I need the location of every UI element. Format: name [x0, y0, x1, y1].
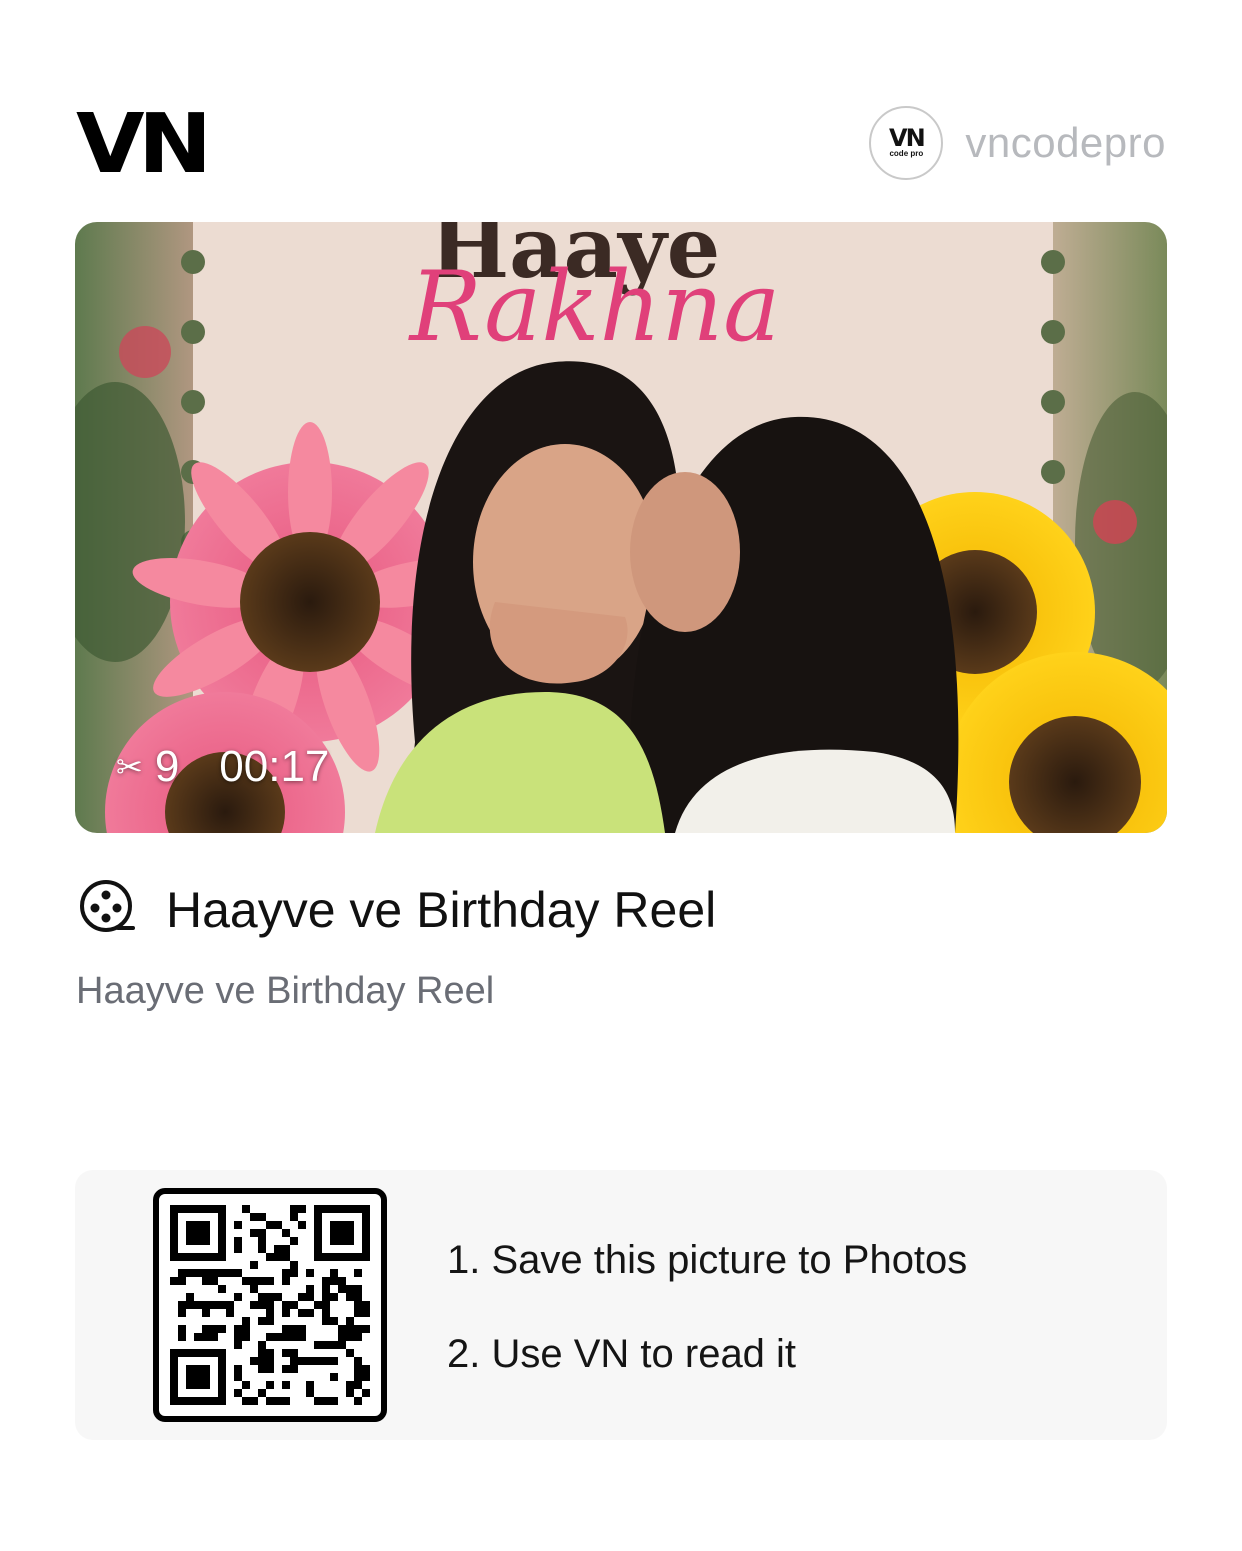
film-reel-icon	[78, 878, 136, 941]
user-profile[interactable]: VN code pro vncodepro	[869, 106, 1166, 180]
username[interactable]: vncodepro	[965, 119, 1166, 167]
qr-card: 1. Save this picture to Photos 2. Use VN…	[75, 1170, 1167, 1440]
vn-logo: VN	[76, 97, 212, 192]
instruction-step-1: 1. Save this picture to Photos	[447, 1238, 968, 1282]
scissors-icon: ✂	[116, 749, 143, 785]
video-duration: 00:17	[219, 742, 330, 791]
avatar-logo-subtext: code pro	[889, 149, 924, 158]
clip-count: 9	[154, 742, 180, 791]
avatar[interactable]: VN code pro	[869, 106, 944, 180]
avatar-logo-text: VN	[889, 124, 926, 152]
template-title: Haayve ve Birthday Reel	[166, 881, 717, 938]
template-title-row: Haayve ve Birthday Reel	[78, 878, 716, 941]
qr-code[interactable]	[153, 1188, 387, 1422]
cover-overlay-script: Rakhna	[408, 251, 781, 363]
cover-meta: ✂ 9 00:17	[116, 742, 329, 792]
qr-instructions: 1. Save this picture to Photos 2. Use VN…	[447, 1236, 967, 1378]
instruction-step-2: 2. Use VN to read it	[447, 1332, 797, 1376]
template-subtitle: Haayve ve Birthday Reel	[76, 970, 495, 1012]
